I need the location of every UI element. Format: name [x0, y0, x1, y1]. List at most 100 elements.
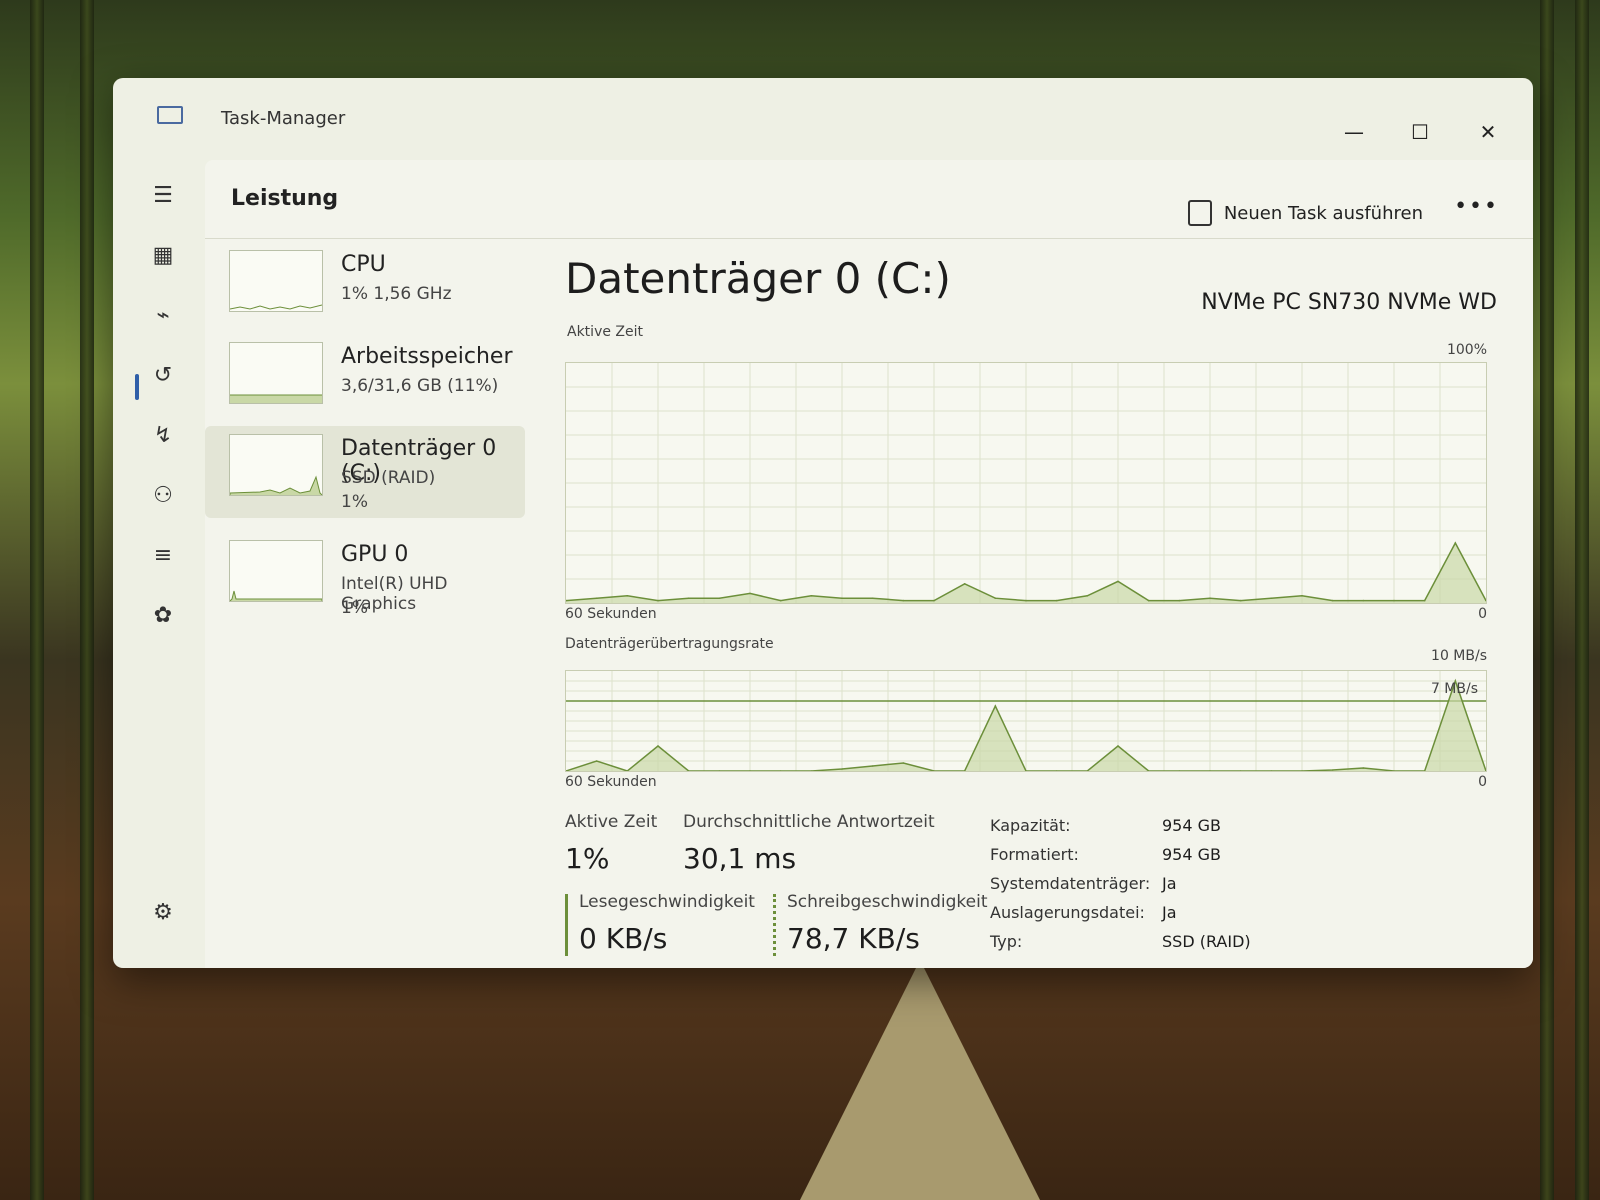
performance-icon[interactable]: ⌁ [149, 302, 177, 330]
avg-response-label: Durchschnittliche Antwortzeit [683, 812, 935, 832]
close-button[interactable]: ✕ [1473, 120, 1503, 144]
data-point [687, 597, 690, 599]
data-point [1178, 599, 1181, 602]
active-time-x-label: 60 Sekunden [565, 606, 657, 622]
device-item-gpu[interactable]: GPU 0 Intel(R) UHD Graphics 1% [205, 532, 525, 624]
transfer-ref-label: 7 MB/s [1430, 681, 1478, 697]
page-file-value: Ja [1162, 903, 1177, 922]
data-point [994, 597, 997, 599]
data-point [1454, 542, 1457, 544]
data-point [1086, 595, 1089, 597]
active-time-graph-label: Aktive Zeit [567, 324, 643, 340]
startup-icon[interactable]: ↯ [149, 422, 177, 450]
read-speed-label: Lesegeschwindigkeit [579, 892, 755, 912]
data-point [963, 583, 966, 585]
services-icon[interactable]: ✿ [149, 602, 177, 630]
settings-icon[interactable]: ⚙ [149, 899, 177, 927]
data-point [933, 599, 935, 602]
gpu-thumbnail-graph [229, 540, 323, 602]
formatted-key: Formatiert: [990, 845, 1079, 864]
disk-title: Datenträger 0 (C:) [565, 254, 951, 303]
data-point [657, 745, 659, 747]
device-name: GPU 0 [341, 542, 409, 567]
data-point [841, 597, 843, 599]
data-point [1209, 597, 1211, 599]
data-point [902, 762, 905, 764]
active-time-min-label: 0 [1478, 606, 1487, 622]
system-disk-value: Ja [1162, 874, 1177, 893]
menu-icon[interactable]: ☰ [149, 182, 177, 210]
disk-detail: Datenträger 0 (C:) NVMe PC SN730 NVMe WD… [565, 242, 1497, 968]
data-point [1055, 599, 1058, 602]
transfer-max-label: 10 MB/s [1431, 648, 1487, 664]
type-key: Typ: [990, 932, 1023, 951]
data-point [1362, 599, 1365, 602]
run-new-task-button[interactable]: Neuen Task ausführen [1187, 200, 1423, 226]
minimize-button[interactable]: — [1339, 120, 1369, 144]
disk-properties: Kapazität: 954 GB Formatiert: 954 GB Sys… [990, 816, 1290, 968]
details-icon[interactable]: ≡ [149, 542, 177, 570]
run-new-task-label: Neuen Task ausführen [1223, 202, 1423, 224]
data-point [1301, 595, 1303, 597]
new-task-icon [1187, 200, 1212, 226]
data-point [1423, 599, 1426, 602]
page-title: Leistung [231, 186, 339, 211]
users-icon[interactable]: ⚇ [149, 482, 177, 510]
window-title: Task-Manager [221, 108, 346, 129]
device-item-disk[interactable]: Datenträger 0 (C:) SSD (RAID) 1% [205, 426, 525, 518]
data-point [1331, 769, 1334, 771]
device-item-cpu[interactable]: CPU 1% 1,56 GHz [205, 242, 525, 334]
avg-response-value: 30,1 ms [683, 842, 797, 875]
write-speed-indicator [773, 894, 776, 956]
device-item-memory[interactable]: Arbeitsspeicher 3,6/31,6 GB (11%) [205, 334, 525, 426]
task-manager-icon [157, 106, 183, 124]
write-speed-label: Schreibgeschwindigkeit [787, 892, 988, 912]
device-name: Arbeitsspeicher [341, 344, 513, 369]
formatted-value: 954 GB [1162, 845, 1221, 864]
page-file-key: Auslagerungsdatei: [990, 903, 1145, 922]
data-point [871, 597, 874, 599]
device-usage: 1% [341, 598, 368, 618]
data-point [779, 599, 782, 602]
transfer-rate-graph: 7 MB/s [565, 670, 1487, 772]
data-point [595, 597, 598, 599]
data-point [626, 595, 629, 597]
more-options-button[interactable]: ••• [1454, 194, 1499, 219]
system-disk-key: Systemdatenträger: [990, 874, 1151, 893]
capacity-value: 954 GB [1162, 816, 1221, 835]
data-point [657, 599, 659, 602]
memory-thumbnail-graph [229, 342, 323, 404]
device-sub: Intel(R) UHD Graphics [341, 574, 448, 614]
transfer-x-label: 60 Sekunden [565, 774, 657, 790]
data-point [841, 768, 843, 770]
device-name: CPU [341, 252, 386, 277]
active-time-stat-value: 1% [565, 842, 610, 875]
title-bar[interactable]: Task-Manager — ☐ ✕ [113, 78, 1533, 154]
data-point [718, 597, 721, 599]
app-history-icon[interactable]: ↺ [149, 362, 177, 390]
device-sub: 3,6/31,6 GB (11%) [341, 376, 499, 396]
data-point [1270, 597, 1273, 599]
navigation-rail: ☰ ▦ ⌁ ↺ ↯ ⚇ ≡ ✿ ⚙ [113, 154, 205, 968]
active-time-stat-label: Aktive Zeit [565, 812, 658, 832]
active-time-graph [565, 362, 1487, 604]
data-point [871, 765, 874, 767]
data-point [1393, 599, 1395, 602]
data-point [1147, 599, 1150, 602]
processes-icon[interactable]: ▦ [149, 242, 177, 270]
device-sub: SSD (RAID) [341, 468, 436, 488]
performance-panel: Leistung Neuen Task ausführen ••• CPU 1%… [205, 160, 1533, 968]
data-point [1362, 767, 1365, 769]
maximize-button[interactable]: ☐ [1405, 120, 1435, 144]
data-point [1025, 599, 1027, 602]
data-point [1117, 745, 1119, 747]
device-sub: 1% 1,56 GHz [341, 284, 452, 304]
active-time-max-label: 100% [1446, 342, 1487, 358]
write-speed-value: 78,7 KB/s [787, 922, 920, 955]
transfer-min-label: 0 [1478, 774, 1487, 790]
capacity-key: Kapazität: [990, 816, 1071, 835]
data-point [595, 760, 598, 762]
panel-header: Leistung Neuen Task ausführen ••• [205, 160, 1533, 239]
data-point [749, 592, 751, 595]
data-point [1239, 599, 1242, 602]
